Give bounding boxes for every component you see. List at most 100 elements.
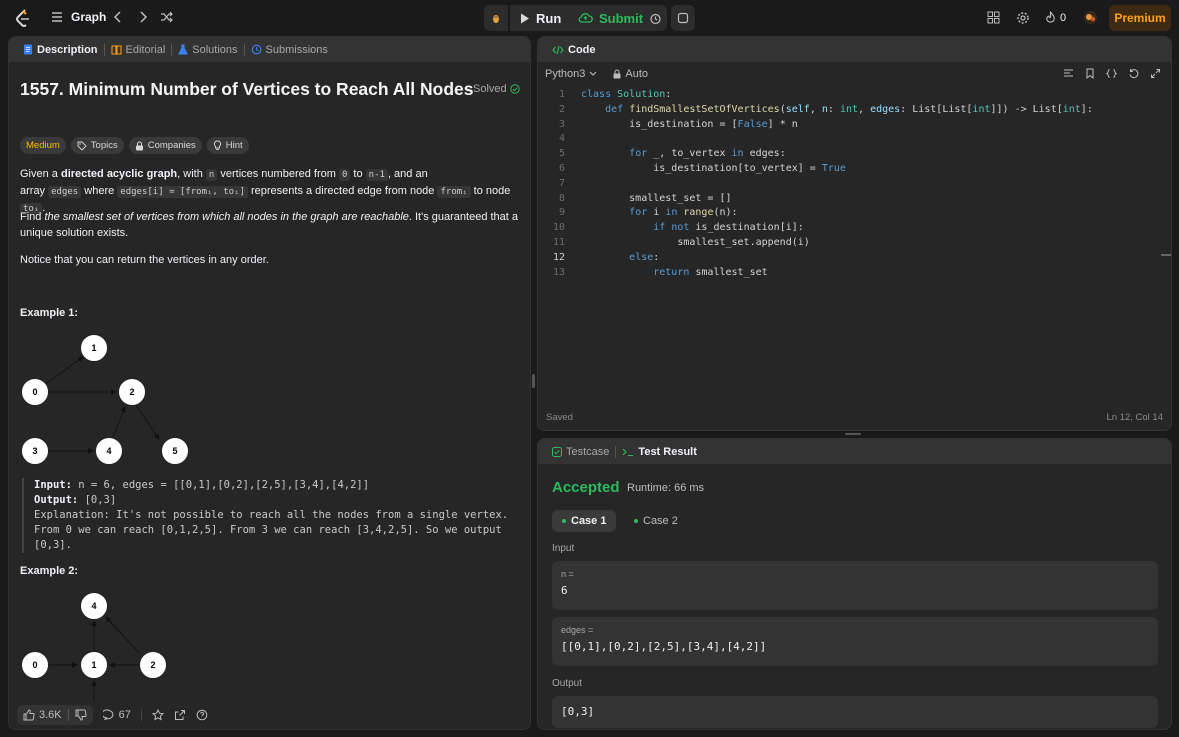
example-1-block: Input: n = 6, edges = [[0,1],[0,2],[2,5]… bbox=[22, 478, 512, 553]
topics-label: Topics bbox=[90, 140, 118, 151]
graph-node: 4 bbox=[80, 592, 108, 620]
thumbs-down-icon[interactable] bbox=[75, 709, 87, 721]
grid-layout-icon bbox=[987, 11, 1000, 24]
hint-badge[interactable]: Hint bbox=[206, 137, 249, 154]
braces-icon[interactable] bbox=[1106, 68, 1117, 79]
tag-icon bbox=[77, 141, 87, 151]
submit-button[interactable]: Submit bbox=[568, 5, 654, 31]
case-2-label: Case 2 bbox=[643, 515, 678, 527]
comments-button[interactable]: 67 bbox=[102, 709, 131, 721]
description-footer: 3.6K 67 bbox=[9, 701, 530, 729]
mode-label: Auto bbox=[625, 68, 649, 80]
problem-list-button[interactable]: Graph bbox=[51, 10, 106, 24]
avatar[interactable] bbox=[1083, 10, 1098, 25]
prev-problem-button[interactable] bbox=[113, 11, 123, 23]
result-status: Accepted bbox=[552, 479, 620, 496]
desc-text: Find bbox=[20, 211, 45, 223]
example-1-explanation: Explanation: It's not possible to reach … bbox=[34, 509, 509, 521]
notes-button[interactable] bbox=[671, 5, 695, 31]
case-2-tab[interactable]: Case 2 bbox=[624, 510, 688, 532]
reset-icon[interactable] bbox=[1128, 68, 1139, 79]
like-button[interactable]: 3.6K bbox=[17, 705, 93, 725]
logo-icon bbox=[16, 9, 29, 27]
code-line: 8 smallest_set = [] bbox=[558, 192, 732, 204]
tab-test-result-label: Test Result bbox=[638, 445, 697, 458]
timer-button[interactable] bbox=[643, 5, 667, 31]
case-1-label: Case 1 bbox=[571, 515, 607, 527]
output-label: Output bbox=[552, 678, 583, 689]
pass-dot bbox=[562, 519, 566, 523]
desc-text: to node bbox=[470, 185, 511, 197]
code-line: 9 for i in range(n): bbox=[558, 207, 738, 219]
tab-code-label: Code bbox=[568, 43, 596, 56]
topics-badge[interactable]: Topics bbox=[70, 137, 124, 154]
case-1-tab[interactable]: Case 1 bbox=[552, 510, 617, 532]
share-icon[interactable] bbox=[174, 709, 186, 721]
tab-testcase[interactable]: Testcase bbox=[546, 439, 615, 464]
premium-button[interactable]: Premium bbox=[1109, 5, 1171, 31]
check-circle-icon bbox=[509, 84, 520, 94]
leetcode-logo[interactable] bbox=[14, 8, 32, 28]
output-value: [0,3] bbox=[561, 705, 595, 718]
next-problem-button[interactable] bbox=[138, 11, 148, 23]
companies-label: Companies bbox=[147, 140, 196, 151]
inline-code: edges[i] = [fromᵢ, toᵢ] bbox=[117, 186, 248, 198]
desc-text: array bbox=[20, 185, 49, 197]
expand-icon[interactable] bbox=[1150, 68, 1161, 79]
graph-node: 1 bbox=[80, 334, 108, 362]
star-icon[interactable] bbox=[151, 709, 164, 721]
play-icon bbox=[521, 13, 529, 23]
tab-code[interactable]: Code bbox=[546, 37, 602, 62]
history-icon bbox=[251, 44, 261, 55]
vertical-splitter[interactable] bbox=[532, 374, 535, 388]
language-select[interactable]: Python3 bbox=[545, 68, 597, 80]
desc-text: , with bbox=[177, 168, 206, 180]
difficulty-badge: Medium bbox=[20, 137, 66, 154]
inline-code: 0 bbox=[338, 169, 351, 181]
comment-icon bbox=[102, 709, 114, 720]
format-icon[interactable] bbox=[1063, 68, 1074, 79]
pill-divider bbox=[67, 709, 69, 721]
companies-badge[interactable]: Companies bbox=[128, 137, 202, 154]
problem-badges: Medium Topics Companies Hint bbox=[20, 137, 249, 154]
horizontal-splitter[interactable] bbox=[845, 433, 861, 435]
top-bar: Graph Run Submit 0 Premium bbox=[0, 0, 1179, 36]
tab-test-result[interactable]: Test Result bbox=[616, 439, 702, 464]
inline-code: edges bbox=[48, 186, 82, 198]
lock-icon bbox=[135, 141, 143, 150]
tab-editorial[interactable]: Editorial bbox=[105, 37, 172, 62]
settings-button[interactable] bbox=[1016, 11, 1030, 25]
desc-italic: the smallest set of vertices from which … bbox=[44, 211, 409, 223]
mode-toggle[interactable]: Auto bbox=[613, 68, 648, 80]
graph-node: 0 bbox=[21, 651, 49, 679]
streak-count: 0 bbox=[1060, 11, 1067, 24]
language-label: Python3 bbox=[545, 68, 586, 80]
gear-icon bbox=[1017, 12, 1029, 24]
layout-button[interactable] bbox=[987, 11, 1000, 24]
streak-counter[interactable]: 0 bbox=[1045, 11, 1066, 24]
debug-button[interactable] bbox=[484, 5, 508, 31]
n-label: n = bbox=[561, 569, 574, 579]
code-line: 7 bbox=[558, 177, 565, 189]
bookmark-icon[interactable] bbox=[1085, 68, 1095, 79]
inline-code: n-1 bbox=[365, 169, 388, 181]
tab-description[interactable]: Description bbox=[17, 37, 104, 62]
inline-code: n bbox=[205, 169, 218, 181]
list-icon bbox=[52, 12, 62, 22]
help-icon[interactable] bbox=[196, 709, 208, 721]
scrollbar-marker[interactable] bbox=[1161, 254, 1171, 256]
problem-list-label: Graph bbox=[71, 10, 107, 24]
tab-solutions[interactable]: Solutions bbox=[172, 37, 243, 62]
desc-text: vertices numbered from bbox=[217, 168, 339, 180]
desc-bold: directed acyclic graph bbox=[60, 168, 178, 180]
run-button[interactable]: Run bbox=[510, 5, 572, 31]
cloud-upload-icon bbox=[578, 13, 593, 23]
code-editor[interactable]: 1 class Solution: 2 def findSmallestSetOf… bbox=[538, 89, 1171, 281]
tab-testcase-label: Testcase bbox=[566, 445, 610, 458]
code-line: 11 smallest_set.append(i) bbox=[552, 236, 810, 248]
problem-title: 1557. Minimum Number of Vertices to Reac… bbox=[20, 79, 474, 99]
tab-solutions-label: Solutions bbox=[192, 43, 238, 56]
random-problem-button[interactable] bbox=[160, 11, 173, 23]
tab-submissions[interactable]: Submissions bbox=[245, 37, 334, 62]
input-label: Input: bbox=[34, 479, 72, 491]
